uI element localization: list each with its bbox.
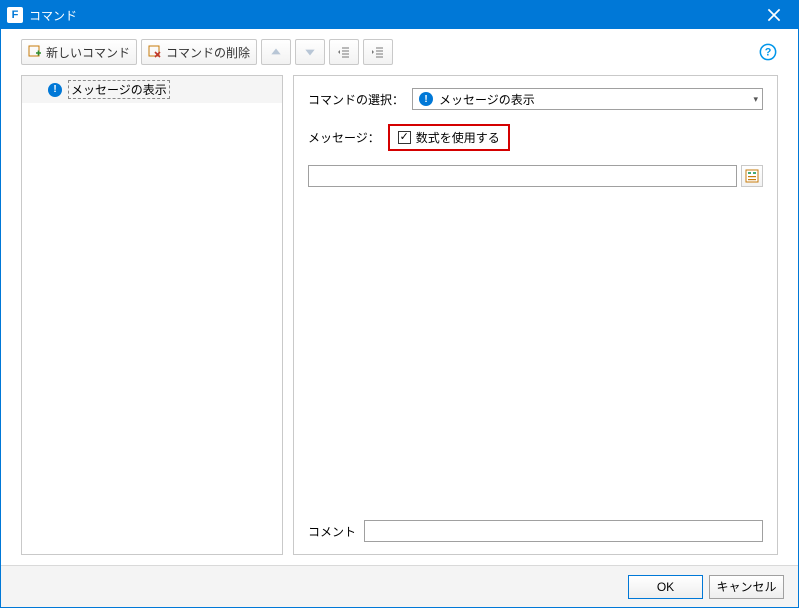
comment-input[interactable]: [364, 520, 763, 542]
chevron-down-icon: ▾: [753, 94, 758, 105]
ok-button[interactable]: OK: [628, 575, 703, 599]
tree-item[interactable]: ! メッセージの表示: [22, 76, 282, 103]
cancel-label: キャンセル: [716, 578, 776, 595]
message-input-row: [308, 165, 763, 187]
move-up-button[interactable]: [261, 39, 291, 65]
use-formula-highlight: 数式を使用する: [388, 124, 510, 151]
indent-left-icon: [337, 45, 351, 59]
formula-editor-button[interactable]: [741, 165, 763, 187]
message-label: メッセージ：: [308, 129, 380, 146]
comment-row: コメント: [308, 520, 763, 542]
command-dialog: F コマンド 新しいコマンド コマンドの削除 ?: [0, 0, 799, 608]
command-select-value: メッセージの表示: [439, 91, 535, 108]
info-icon: !: [48, 83, 62, 97]
svg-text:?: ?: [765, 47, 772, 59]
command-select-row: コマンドの選択： ! メッセージの表示 ▾: [308, 88, 763, 110]
comment-label: コメント: [308, 523, 356, 540]
tree-item-label: メッセージの表示: [68, 80, 170, 99]
close-icon: [767, 8, 781, 22]
ok-label: OK: [657, 580, 674, 594]
delete-command-label: コマンドの削除: [166, 44, 250, 61]
new-command-button[interactable]: 新しいコマンド: [21, 39, 137, 65]
titlebar: F コマンド: [1, 1, 798, 29]
formula-icon: [745, 169, 759, 183]
new-command-label: 新しいコマンド: [46, 44, 130, 61]
indent-left-button[interactable]: [329, 39, 359, 65]
help-icon: ?: [759, 43, 777, 61]
app-icon: F: [7, 7, 23, 23]
use-formula-label: 数式を使用する: [416, 129, 500, 146]
delete-command-button[interactable]: コマンドの削除: [141, 39, 257, 65]
close-button[interactable]: [754, 1, 794, 29]
move-down-icon: [303, 45, 317, 59]
editor-panel: コマンドの選択： ! メッセージの表示 ▾ メッセージ： 数式を使用する: [293, 75, 778, 555]
cancel-button[interactable]: キャンセル: [709, 575, 784, 599]
command-select-dropdown[interactable]: ! メッセージの表示 ▾: [412, 88, 763, 110]
indent-right-icon: [371, 45, 385, 59]
indent-right-button[interactable]: [363, 39, 393, 65]
delete-command-icon: [148, 45, 162, 59]
command-tree[interactable]: ! メッセージの表示: [21, 75, 283, 555]
info-icon: !: [419, 92, 433, 106]
command-select-label: コマンドの選択：: [308, 91, 404, 108]
message-row: メッセージ： 数式を使用する: [308, 124, 763, 151]
move-up-icon: [269, 45, 283, 59]
toolbar: 新しいコマンド コマンドの削除 ?: [1, 29, 798, 75]
dialog-footer: OK キャンセル: [1, 565, 798, 607]
help-button[interactable]: ?: [758, 42, 778, 62]
move-down-button[interactable]: [295, 39, 325, 65]
message-input[interactable]: [308, 165, 737, 187]
content-area: ! メッセージの表示 コマンドの選択： ! メッセージの表示 ▾ メッセージ： …: [1, 75, 798, 565]
window-title: コマンド: [29, 7, 754, 24]
new-command-icon: [28, 45, 42, 59]
use-formula-checkbox[interactable]: [398, 131, 411, 144]
